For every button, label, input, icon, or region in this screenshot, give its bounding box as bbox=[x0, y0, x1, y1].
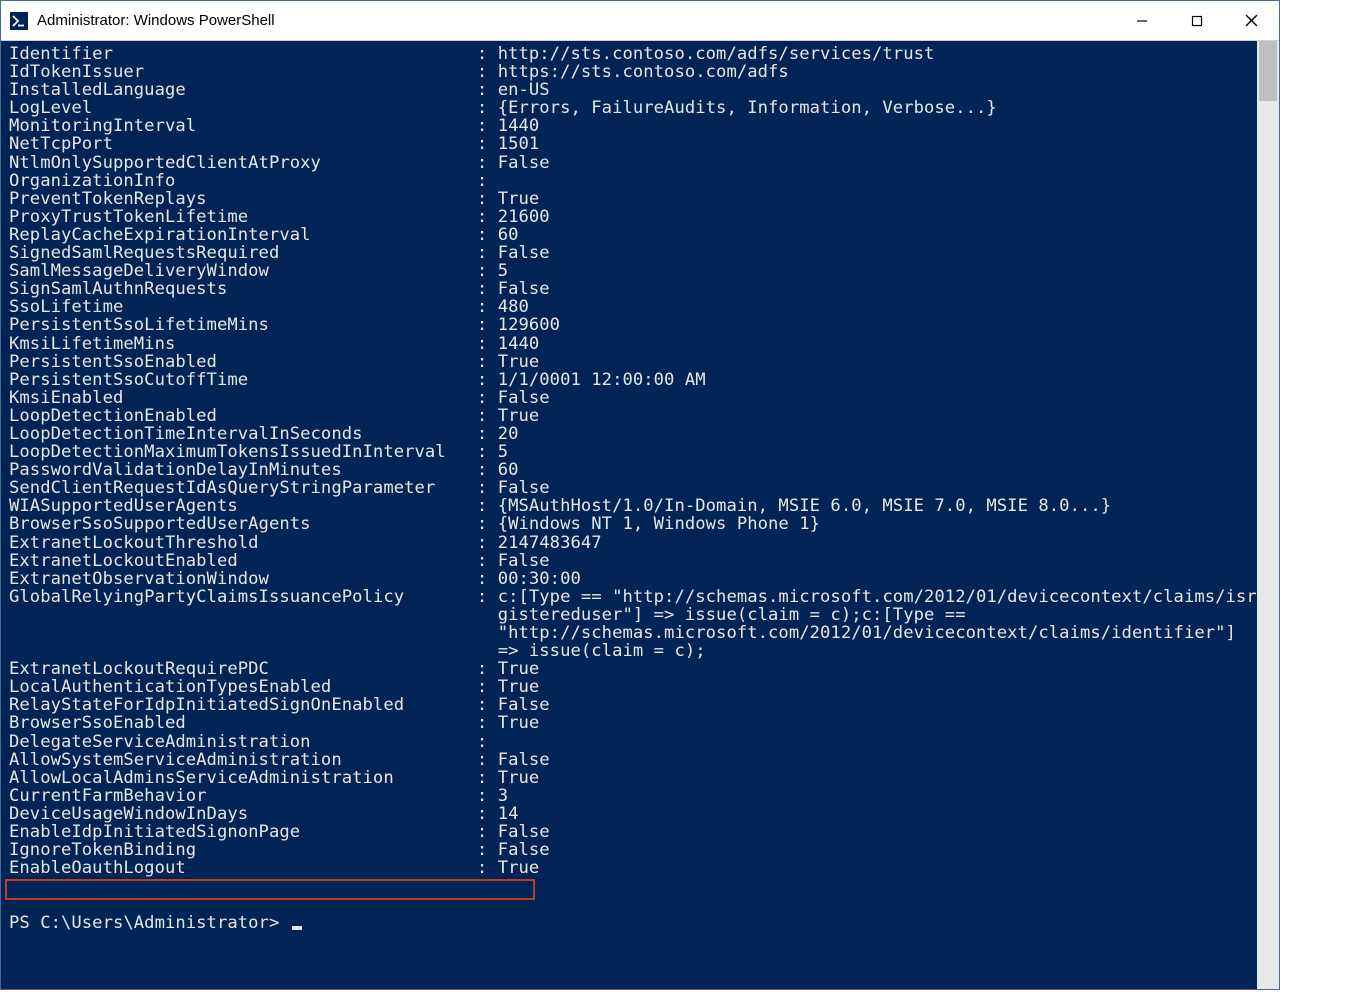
console-output[interactable]: Identifier : http://sts.contoso.com/adfs… bbox=[1, 41, 1257, 989]
prompt[interactable]: PS C:\Users\Administrator> bbox=[9, 914, 1249, 932]
powershell-icon bbox=[9, 11, 29, 31]
minimize-button[interactable] bbox=[1114, 1, 1169, 40]
cursor bbox=[292, 926, 302, 930]
window-title: Administrator: Windows PowerShell bbox=[37, 12, 1114, 29]
powershell-window: Administrator: Windows PowerShell Identi… bbox=[0, 0, 1280, 990]
console-body: Identifier : http://sts.contoso.com/adfs… bbox=[1, 41, 1279, 989]
titlebar[interactable]: Administrator: Windows PowerShell bbox=[1, 1, 1279, 41]
scroll-thumb[interactable] bbox=[1259, 41, 1277, 101]
close-button[interactable] bbox=[1224, 1, 1279, 40]
scrollbar[interactable] bbox=[1257, 41, 1279, 989]
window-controls bbox=[1114, 1, 1279, 40]
prompt-text: PS C:\Users\Administrator> bbox=[9, 914, 290, 932]
maximize-button[interactable] bbox=[1169, 1, 1224, 40]
